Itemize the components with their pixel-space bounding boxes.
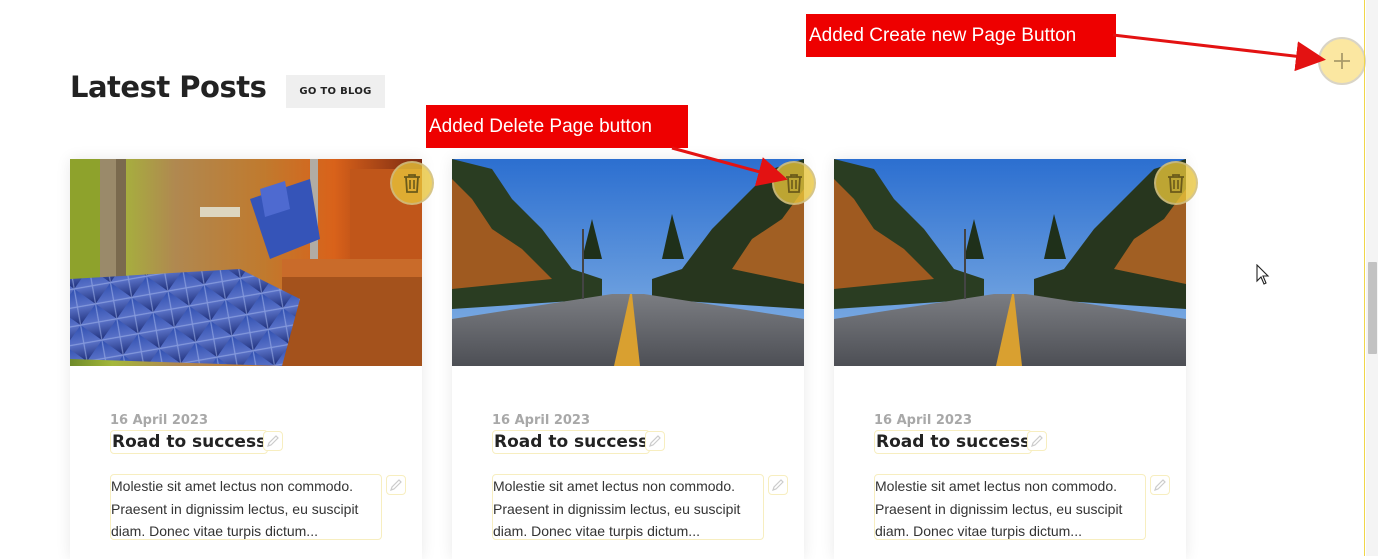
- post-image-road[interactable]: [452, 159, 804, 366]
- post-image-bedroom[interactable]: [70, 159, 422, 366]
- edit-excerpt-pencil-icon[interactable]: [768, 475, 788, 495]
- trash-icon: [786, 174, 802, 193]
- post-date: 16 April 2023: [492, 413, 591, 428]
- plus-icon: [1334, 53, 1350, 69]
- arrow-to-create-button: [1112, 33, 1326, 72]
- post-title[interactable]: Road to success: [110, 430, 269, 454]
- delete-page-button[interactable]: [390, 161, 434, 205]
- post-date: 16 April 2023: [874, 413, 973, 428]
- post-image-road[interactable]: [834, 159, 1186, 366]
- edit-excerpt-pencil-icon[interactable]: [1150, 475, 1170, 495]
- trash-icon: [404, 174, 420, 193]
- edit-title-pencil-icon[interactable]: [1027, 431, 1047, 451]
- edit-excerpt-pencil-icon[interactable]: [386, 475, 406, 495]
- post-card: 16 April 2023 Road to success Molestie s…: [834, 159, 1198, 559]
- edit-title-pencil-icon[interactable]: [645, 431, 665, 451]
- scrollbar-thumb[interactable]: [1368, 262, 1377, 354]
- go-to-blog-button[interactable]: GO TO BLOG: [286, 75, 385, 108]
- delete-page-button[interactable]: [772, 161, 816, 205]
- post-card: 16 April 2023 Road to success Molestie s…: [70, 159, 434, 559]
- post-card: 16 April 2023 Road to success Molestie s…: [452, 159, 816, 559]
- post-title[interactable]: Road to success: [874, 430, 1033, 454]
- post-date: 16 April 2023: [110, 413, 209, 428]
- section-title: Latest Posts: [70, 70, 267, 104]
- delete-page-button[interactable]: [1154, 161, 1198, 205]
- mouse-pointer-icon: [1256, 264, 1270, 285]
- trash-icon: [1168, 174, 1184, 193]
- post-excerpt[interactable]: Molestie sit amet lectus non commodo. Pr…: [110, 474, 382, 540]
- content-right-border: [1364, 0, 1365, 556]
- create-page-callout: Added Create new Page Button: [806, 14, 1116, 57]
- post-excerpt[interactable]: Molestie sit amet lectus non commodo. Pr…: [492, 474, 764, 540]
- post-title[interactable]: Road to success: [492, 430, 651, 454]
- post-excerpt[interactable]: Molestie sit amet lectus non commodo. Pr…: [874, 474, 1146, 540]
- edit-title-pencil-icon[interactable]: [263, 431, 283, 451]
- create-page-button[interactable]: [1318, 37, 1366, 85]
- delete-page-callout: Added Delete Page button: [426, 105, 688, 148]
